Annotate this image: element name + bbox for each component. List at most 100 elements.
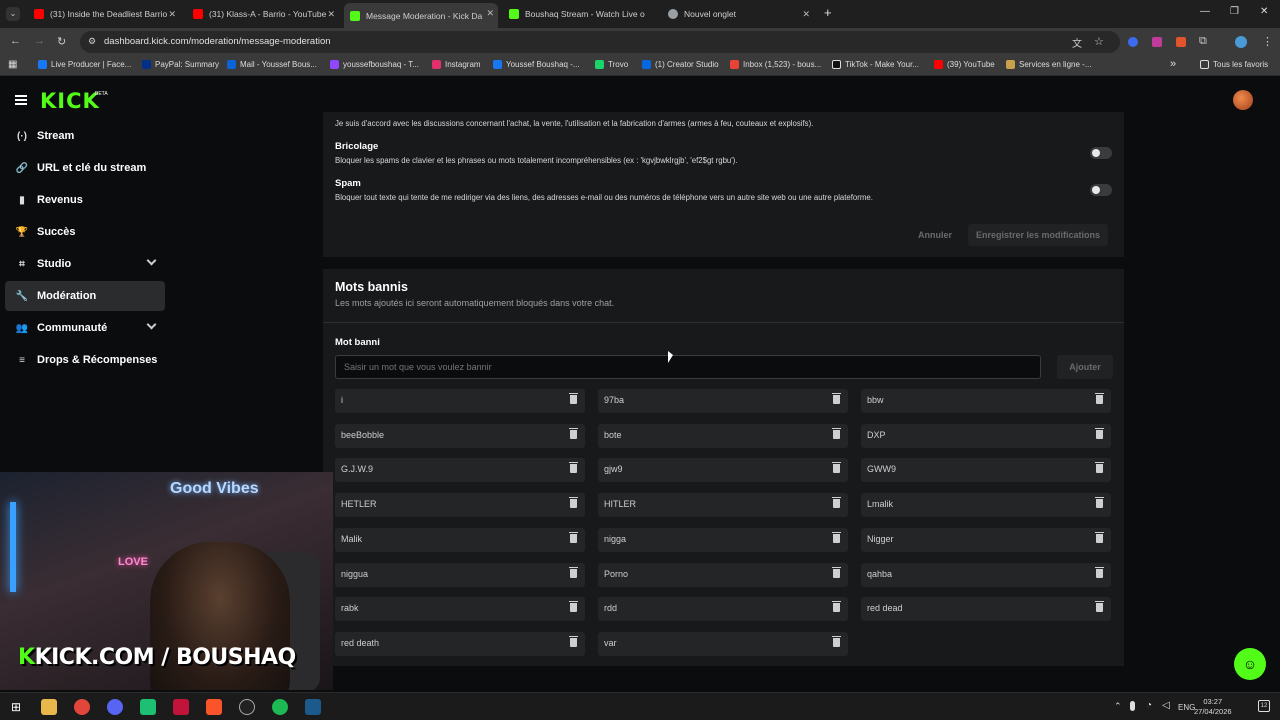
cancel-button[interactable]: Annuler	[918, 230, 952, 240]
bookmark-item[interactable]: Inbox (1,523) - bous...	[730, 60, 821, 69]
sidebar-item-succes[interactable]: 🏆 Succès	[5, 217, 165, 247]
address-bar[interactable]: ⚙ dashboard.kick.com/moderation/message-…	[80, 31, 1120, 53]
trash-icon[interactable]	[832, 601, 841, 613]
trash-icon[interactable]	[1095, 462, 1104, 474]
bookmark-item[interactable]: TikTok - Make Your...	[832, 60, 919, 69]
all-bookmarks[interactable]: Tous les favoris	[1200, 60, 1268, 69]
tab-boushaq-stream[interactable]: Boushaq Stream - Watch Live o	[505, 4, 655, 24]
trash-icon[interactable]	[832, 462, 841, 474]
bookmark-item[interactable]: (1) Creator Studio	[642, 60, 719, 69]
sidebar-item-drops[interactable]: ≡ Drops & Récompenses	[5, 345, 165, 375]
extension-icon-1[interactable]	[1128, 37, 1138, 47]
back-icon[interactable]: ←	[10, 35, 21, 47]
save-changes-button[interactable]: Enregistrer les modifications	[968, 224, 1109, 246]
chrome-icon[interactable]	[74, 699, 90, 715]
tab-new-tab[interactable]: Nouvel onglet ✕	[664, 4, 814, 24]
trash-icon[interactable]	[1095, 393, 1104, 404]
trash-icon[interactable]	[1095, 497, 1104, 509]
trash-icon[interactable]	[1095, 566, 1104, 578]
trash-icon[interactable]	[569, 497, 578, 509]
spotify-icon[interactable]	[272, 699, 288, 715]
trash-icon[interactable]	[832, 393, 841, 404]
trash-icon[interactable]	[832, 531, 841, 543]
language-indicator[interactable]: ENG	[1178, 703, 1195, 712]
sidebar-item-moderation[interactable]: 🔧 Modération	[5, 281, 165, 311]
microphone-icon[interactable]	[1130, 701, 1135, 711]
help-chat-icon[interactable]: ☺	[1234, 648, 1266, 680]
bookmark-item[interactable]: (39) YouTube	[934, 60, 995, 69]
bookmark-item[interactable]: Services en ligne -...	[1006, 60, 1091, 69]
apps-icon[interactable]: ▦	[8, 59, 17, 70]
banned-word-input[interactable]	[335, 355, 1041, 379]
notification-icon[interactable]: 12	[1258, 700, 1270, 712]
sidebar-item-studio[interactable]: ⌗ Studio	[5, 249, 165, 279]
steam-icon[interactable]	[305, 699, 321, 715]
tab-search-button[interactable]: ⌄	[6, 7, 20, 21]
trash-icon[interactable]	[832, 427, 841, 439]
trash-icon[interactable]	[569, 531, 578, 543]
app-icon[interactable]	[239, 699, 255, 715]
brave-icon[interactable]	[206, 699, 222, 715]
system-clock[interactable]: 03:27 27/04/2026	[1194, 697, 1232, 717]
trash-icon[interactable]	[569, 635, 578, 647]
site-info-icon[interactable]: ⚙	[88, 36, 96, 47]
app-icon[interactable]	[173, 699, 189, 715]
sidebar-item-stream-url[interactable]: 🔗 URL et clé du stream	[5, 153, 165, 183]
trash-icon[interactable]	[1095, 427, 1104, 439]
app-icon[interactable]	[107, 699, 123, 715]
close-icon[interactable]: ✕	[327, 9, 335, 20]
app-icon[interactable]	[140, 699, 156, 715]
tab-message-moderation[interactable]: Message Moderation - Kick Da ✕	[344, 3, 498, 28]
trash-icon[interactable]	[1095, 531, 1104, 543]
trash-icon[interactable]	[569, 427, 578, 439]
trash-icon[interactable]	[1095, 601, 1104, 613]
translate-icon[interactable]: 文	[1072, 35, 1082, 50]
trash-icon[interactable]	[569, 462, 578, 474]
kick-logo[interactable]: KICK	[40, 89, 100, 113]
trash-icon[interactable]	[832, 635, 841, 647]
bookmark-item[interactable]: Mail - Youssef Bous...	[227, 60, 317, 69]
avatar[interactable]	[1233, 90, 1253, 110]
close-window-icon[interactable]: ✕	[1260, 6, 1268, 17]
wifi-icon[interactable]: ◔	[1146, 700, 1152, 711]
restore-icon[interactable]: ❐	[1230, 6, 1239, 17]
more-bookmarks-icon[interactable]: »	[1170, 58, 1176, 70]
menu-icon[interactable]: ⋮	[1262, 35, 1273, 48]
bookmark-item[interactable]: youssefboushaq - T...	[330, 60, 419, 69]
sidebar-item-stream[interactable]: (·) Stream	[5, 121, 165, 151]
reload-icon[interactable]: ↻	[57, 35, 66, 48]
minimize-icon[interactable]: —	[1200, 6, 1210, 17]
close-icon[interactable]: ✕	[168, 9, 176, 20]
bookmark-star-icon[interactable]: ☆	[1094, 35, 1104, 48]
bookmark-item[interactable]: Trovo	[595, 60, 628, 69]
trash-icon[interactable]	[569, 393, 578, 404]
forward-icon[interactable]: →	[34, 35, 45, 47]
tray-chevron-icon[interactable]: ⌃	[1114, 701, 1122, 712]
windows-start-icon[interactable]: ⊞	[8, 699, 24, 715]
close-icon[interactable]: ✕	[486, 8, 494, 19]
speaker-icon[interactable]: ◁	[1162, 700, 1170, 711]
bookmark-item[interactable]: PayPal: Summary	[142, 60, 219, 69]
extensions-icon[interactable]: ⧉	[1199, 35, 1207, 48]
close-icon[interactable]: ✕	[802, 9, 810, 20]
bookmark-item[interactable]: Live Producer | Face...	[38, 60, 131, 69]
extension-icon-3[interactable]	[1176, 37, 1186, 47]
profile-icon[interactable]	[1235, 36, 1247, 48]
file-explorer-icon[interactable]	[41, 699, 57, 715]
trash-icon[interactable]	[832, 566, 841, 578]
extension-icon-2[interactable]	[1152, 37, 1162, 47]
tab-youtube-2[interactable]: (31) Klass-A - Barrio - YouTube ✕	[189, 4, 339, 24]
bookmark-item[interactable]: Instagram	[432, 60, 481, 69]
trash-icon[interactable]	[832, 497, 841, 509]
sidebar-item-communaute[interactable]: 👥 Communauté	[5, 313, 165, 343]
bricolage-toggle[interactable]	[1090, 147, 1112, 159]
add-button[interactable]: Ajouter	[1057, 355, 1113, 379]
spam-toggle[interactable]	[1090, 184, 1112, 196]
bookmark-item[interactable]: Youssef Boushaq -...	[493, 60, 580, 69]
tab-youtube-1[interactable]: (31) Inside the Deadliest Barrio ✕	[30, 4, 180, 24]
menu-icon[interactable]	[15, 95, 27, 105]
new-tab-button[interactable]: +	[824, 5, 832, 20]
sidebar-item-revenus[interactable]: ▮ Revenus	[5, 185, 165, 215]
trash-icon[interactable]	[569, 566, 578, 578]
trash-icon[interactable]	[569, 601, 578, 613]
